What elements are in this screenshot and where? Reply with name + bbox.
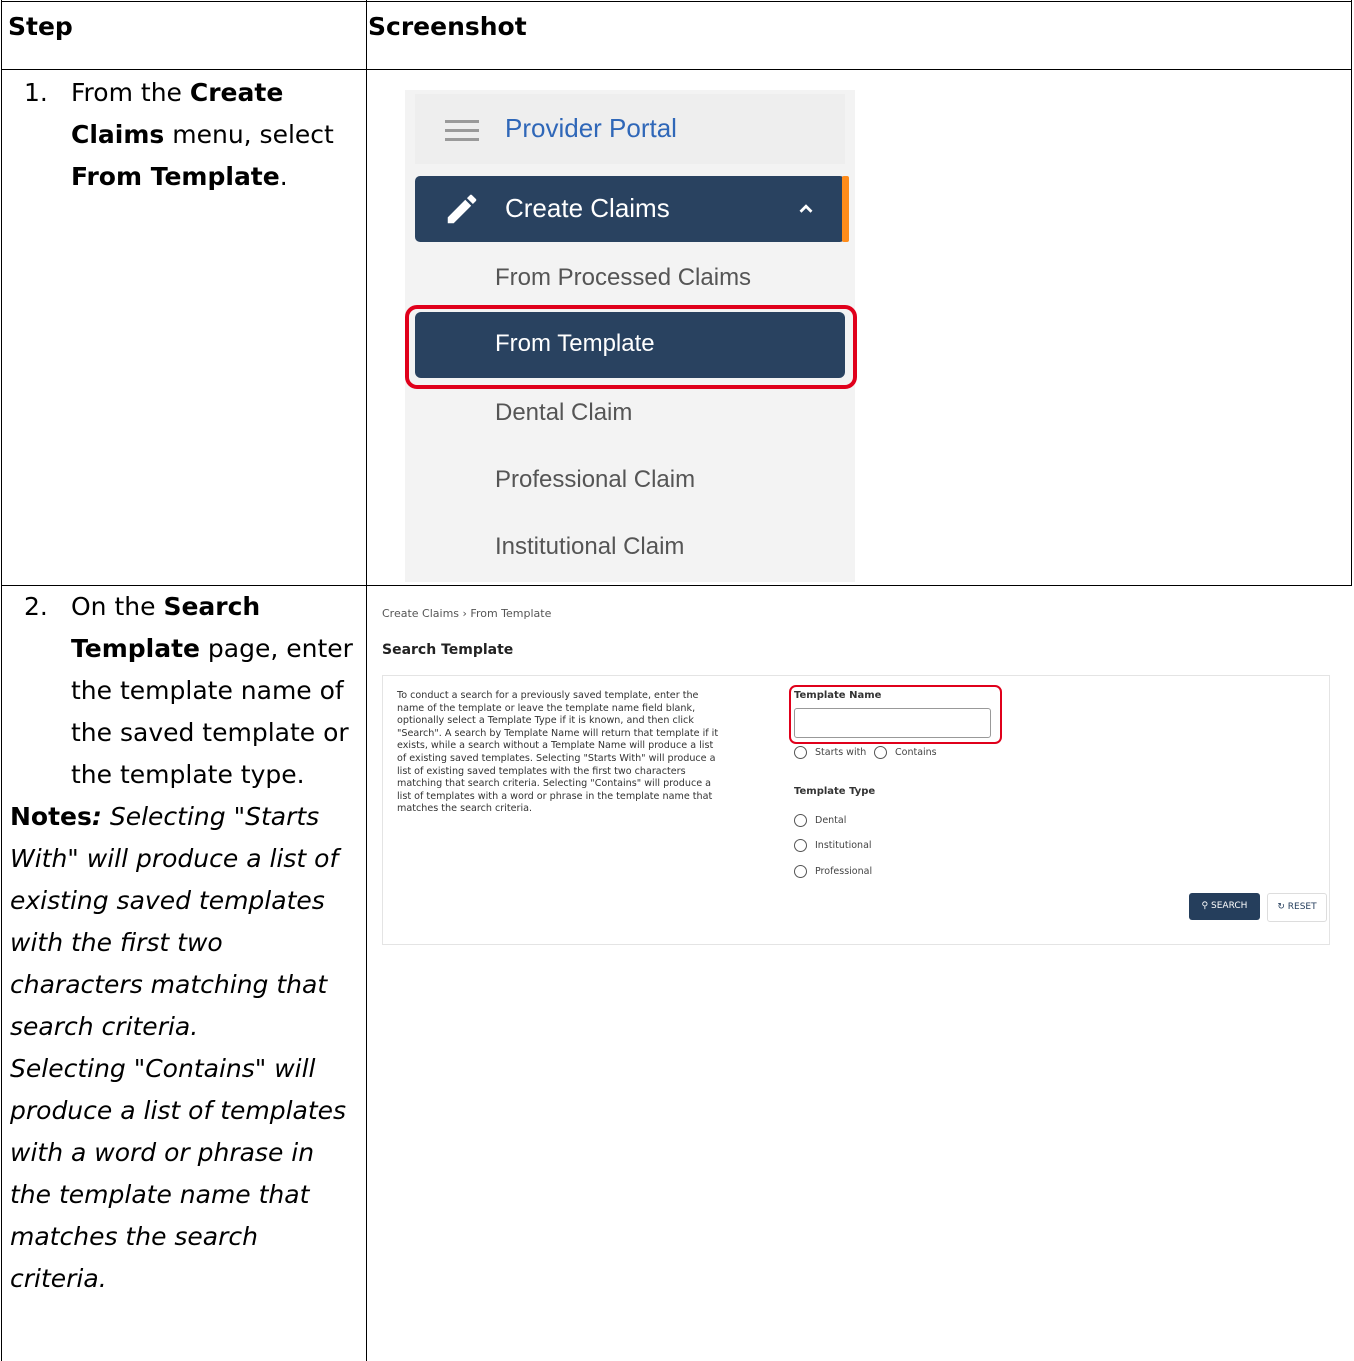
dental-label: Dental xyxy=(815,815,847,826)
portal-title[interactable]: Provider Portal xyxy=(505,113,677,144)
search-icon: ⚲ xyxy=(1201,901,1209,911)
table-border-left xyxy=(1,0,2,1361)
column-header-step: Step xyxy=(8,12,73,41)
step-instruction: From the Create Claims menu, select From… xyxy=(71,78,334,191)
step-instruction: On the Search Template page, enter the t… xyxy=(71,592,353,789)
menu-item-dental-claim[interactable]: Dental Claim xyxy=(495,399,632,427)
search-button[interactable]: ⚲ SEARCH xyxy=(1189,893,1260,920)
active-indicator xyxy=(842,176,849,242)
menu-header: Provider Portal xyxy=(415,94,845,164)
starts-with-radio[interactable] xyxy=(794,746,807,759)
create-claims-label: Create Claims xyxy=(505,193,670,223)
starts-with-label: Starts with xyxy=(815,747,867,758)
reset-button[interactable]: ↻ RESET xyxy=(1267,893,1327,922)
menu-item-institutional-claim[interactable]: Institutional Claim xyxy=(495,533,684,561)
menu-item-professional-claim[interactable]: Professional Claim xyxy=(495,466,695,494)
menu-item-from-processed-claims[interactable]: From Processed Claims xyxy=(495,264,751,292)
institutional-radio[interactable] xyxy=(794,839,807,852)
reset-icon: ↻ xyxy=(1277,902,1285,912)
highlight-box xyxy=(789,685,1002,744)
step-number: 1. xyxy=(24,78,48,107)
reset-button-label: RESET xyxy=(1287,902,1317,912)
search-card: To conduct a search for a previously sav… xyxy=(382,675,1330,945)
column-header-screenshot: Screenshot xyxy=(368,12,527,41)
breadcrumb[interactable]: Create Claims › From Template xyxy=(382,607,551,620)
pencil-icon xyxy=(447,194,477,224)
menu-item-create-claims[interactable]: Create Claims xyxy=(415,176,849,242)
step-number: 2. xyxy=(24,592,48,621)
table-header-divider xyxy=(1,69,1352,70)
table-column-divider xyxy=(366,0,367,1361)
search-template-page: Create Claims › From Template Search Tem… xyxy=(382,597,1344,949)
contains-radio[interactable] xyxy=(874,746,887,759)
step-notes-contains: Selecting "Contains" will produce a list… xyxy=(10,1054,347,1293)
table-border-right xyxy=(1351,0,1352,586)
dental-radio[interactable] xyxy=(794,814,807,827)
professional-label: Professional xyxy=(815,866,873,877)
page-title: Search Template xyxy=(382,642,514,658)
professional-radio[interactable] xyxy=(794,865,807,878)
table-border-top xyxy=(1,1,1352,2)
search-button-label: SEARCH xyxy=(1211,901,1248,911)
template-type-label: Template Type xyxy=(794,786,876,797)
hamburger-menu-icon[interactable] xyxy=(445,120,479,142)
institutional-label: Institutional xyxy=(815,840,872,851)
highlight-box xyxy=(405,305,857,389)
search-description: To conduct a search for a previously sav… xyxy=(397,690,719,815)
contains-label: Contains xyxy=(895,747,937,758)
chevron-up-icon[interactable] xyxy=(795,198,817,220)
step-notes: Notes: Selecting "Starts With" will prod… xyxy=(10,802,339,1041)
